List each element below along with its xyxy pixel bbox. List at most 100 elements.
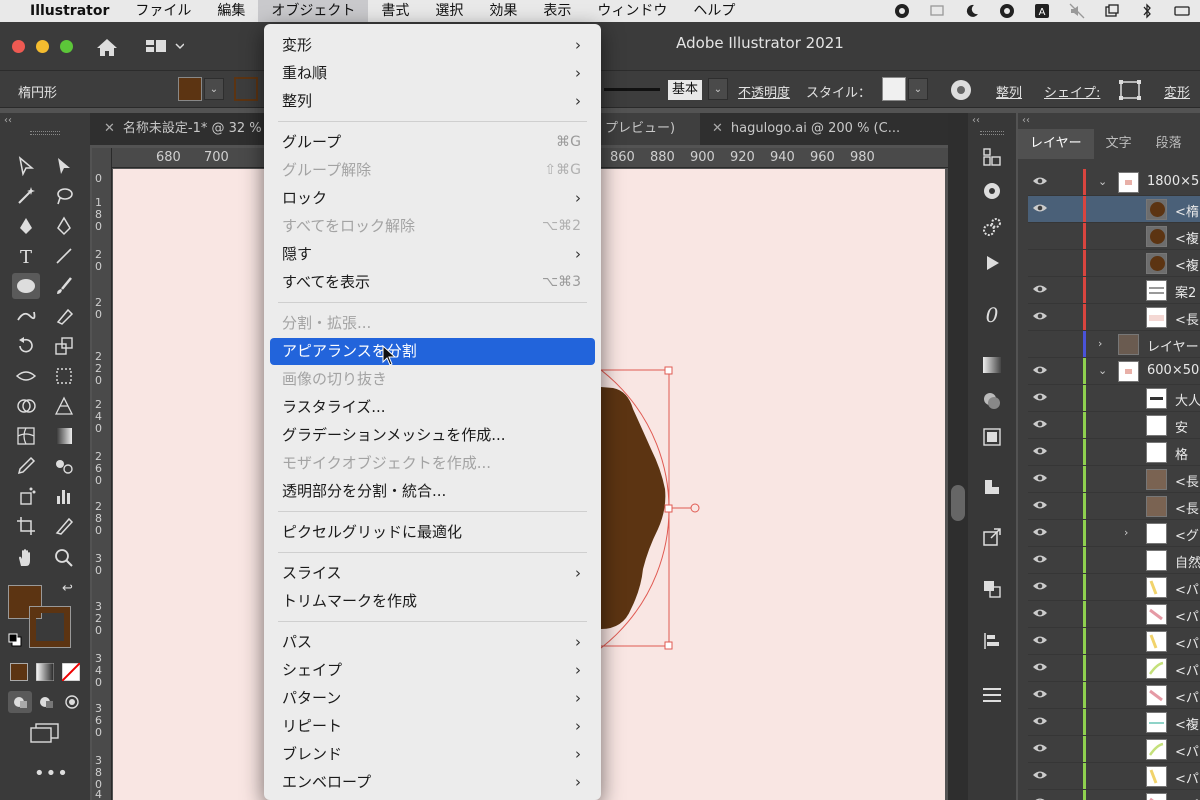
glyph-icon[interactable]: 0 (980, 303, 1004, 327)
perspective-grid-icon[interactable] (50, 393, 78, 419)
line-tool-icon[interactable] (50, 243, 78, 269)
visibility-eye-icon[interactable] (1032, 715, 1048, 729)
zoom-button[interactable] (60, 40, 73, 53)
column-graph-icon[interactable] (50, 483, 78, 509)
menu-item[interactable]: シェイプ › (270, 657, 595, 684)
menu-item[interactable]: パス › (270, 629, 595, 656)
tab-preview[interactable]: プレビュー) (595, 113, 700, 145)
mesh-tool-icon[interactable] (12, 423, 40, 449)
visibility-eye-icon[interactable] (1032, 364, 1048, 378)
draw-inside-icon[interactable] (60, 691, 84, 713)
menu-item[interactable]: ラスタライズ... (270, 394, 595, 421)
menu-item[interactable]: グラデーションメッシュを作成... (270, 422, 595, 449)
handle-top-right[interactable] (664, 366, 673, 375)
brush-style-field[interactable]: 基本 (668, 80, 703, 100)
appearance-icon[interactable] (980, 425, 1004, 449)
shaper-tool-icon[interactable] (12, 303, 40, 329)
visibility-eye-icon[interactable] (1032, 229, 1048, 243)
chevron-right-icon[interactable]: › (1098, 337, 1102, 350)
visibility-eye-icon[interactable] (1032, 661, 1048, 675)
visibility-eye-icon[interactable] (1032, 445, 1048, 459)
align-label[interactable]: 整列 (996, 82, 1022, 101)
layer-row[interactable]: 自然 (1028, 547, 1200, 574)
screen-icon[interactable] (929, 3, 945, 19)
panel-grip[interactable] (30, 131, 60, 135)
layer-row[interactable]: › <グ (1028, 520, 1200, 547)
visibility-eye-icon[interactable] (1032, 742, 1048, 756)
visibility-eye-icon[interactable] (1032, 607, 1048, 621)
layer-row[interactable]: 格 (1028, 439, 1200, 466)
menu-item[interactable]: 重ね順 › (270, 60, 595, 87)
blend-tool-icon[interactable] (50, 453, 78, 479)
screen-mode-icon[interactable] (30, 723, 60, 743)
brush-dropdown[interactable]: ⌄ (708, 78, 728, 100)
gears-icon[interactable] (980, 215, 1004, 239)
free-transform-icon[interactable] (50, 363, 78, 389)
menu-item[interactable]: アピアランスを分割 (270, 338, 595, 365)
menu-item[interactable]: ピクセルグリッドに最適化 (270, 519, 595, 546)
transparency-icon[interactable] (980, 389, 1004, 413)
visibility-eye-icon[interactable] (1032, 391, 1048, 405)
tab-hagulogo[interactable]: ✕ hagulogo.ai @ 200 % (C... (702, 113, 900, 145)
visibility-eye-icon[interactable] (1032, 526, 1048, 540)
collapse-icon[interactable]: ‹‹ (4, 115, 12, 126)
stroke-swatch[interactable] (234, 77, 258, 101)
menu-item[interactable]: ブレンド › (270, 741, 595, 768)
visibility-eye-icon[interactable] (1032, 472, 1048, 486)
gradient-tool-icon[interactable] (50, 423, 78, 449)
libraries-icon[interactable] (980, 145, 1004, 169)
layer-row[interactable]: 案2 (1028, 277, 1200, 304)
layer-row[interactable]: <パ (1028, 601, 1200, 628)
handle-middle-right[interactable] (664, 504, 673, 513)
artboard-tool-icon[interactable] (12, 513, 40, 539)
collapse-icon[interactable]: ‹‹ (972, 115, 980, 126)
stroke-color-box[interactable] (29, 606, 71, 648)
scroll-thumb[interactable] (951, 485, 965, 521)
gradient-mode-icon[interactable] (36, 663, 54, 681)
chevron-down-icon[interactable]: ⌄ (1098, 364, 1107, 377)
eraser-icon[interactable] (50, 303, 78, 329)
visibility-eye-icon[interactable] (1032, 310, 1048, 324)
ellipse-tool-icon[interactable] (12, 273, 40, 299)
fill-dropdown[interactable]: ⌄ (204, 78, 224, 100)
layer-row[interactable]: <パ (1028, 682, 1200, 709)
visibility-eye-icon[interactable] (1032, 256, 1048, 270)
recolor-icon[interactable] (950, 79, 972, 101)
draw-behind-icon[interactable] (34, 691, 58, 713)
app-menu[interactable]: Illustrator (8, 0, 122, 22)
transform-label[interactable]: 変形 (1164, 82, 1190, 101)
tab-character[interactable]: 文字 (1094, 129, 1144, 159)
record-icon[interactable] (999, 3, 1015, 19)
layer-row[interactable]: 大人 (1028, 385, 1200, 412)
width-tool-icon[interactable] (12, 363, 40, 389)
layer-row[interactable]: <楕 (1028, 196, 1200, 223)
tab-untitled[interactable]: ✕ 名称未設定-1* @ 32 % (94, 113, 262, 145)
window-icon[interactable] (1104, 3, 1120, 19)
menu-file[interactable]: ファイル (122, 0, 204, 22)
layer-row[interactable]: <パ (1028, 655, 1200, 682)
slice-tool-icon[interactable] (50, 513, 78, 539)
layer-row[interactable]: <パ (1028, 763, 1200, 790)
visibility-eye-icon[interactable] (1032, 796, 1048, 800)
layer-row[interactable]: <複 (1028, 250, 1200, 277)
panel-grip[interactable] (980, 131, 1004, 135)
visibility-eye-icon[interactable] (1032, 418, 1048, 432)
tab-layers[interactable]: レイヤー (1018, 129, 1094, 159)
menu-help[interactable]: ヘルプ (680, 0, 748, 22)
layer-row[interactable]: › レイヤー (1028, 331, 1200, 358)
menu-effect[interactable]: 効果 (476, 0, 530, 22)
layer-row[interactable]: <パ (1028, 790, 1200, 800)
menu-item[interactable]: パターン › (270, 685, 595, 712)
layer-row[interactable]: <パ (1028, 628, 1200, 655)
close-icon[interactable]: ✕ (104, 121, 115, 136)
swap-colors-icon[interactable]: ↩ (62, 581, 73, 596)
zoom-tool-icon[interactable] (50, 545, 78, 571)
layer-row[interactable]: <パ (1028, 736, 1200, 763)
layer-row[interactable]: ⌄ 1800×5 (1028, 169, 1200, 196)
selection-tool-icon[interactable] (12, 153, 40, 179)
paintbrush-icon[interactable] (50, 273, 78, 299)
menu-item[interactable]: すべてを表示 ⌥⌘3 (270, 269, 595, 296)
symbols-icon[interactable] (980, 475, 1004, 499)
brown-blob-shape[interactable] (601, 387, 666, 629)
menu-item[interactable]: エンベロープ › (270, 769, 595, 796)
